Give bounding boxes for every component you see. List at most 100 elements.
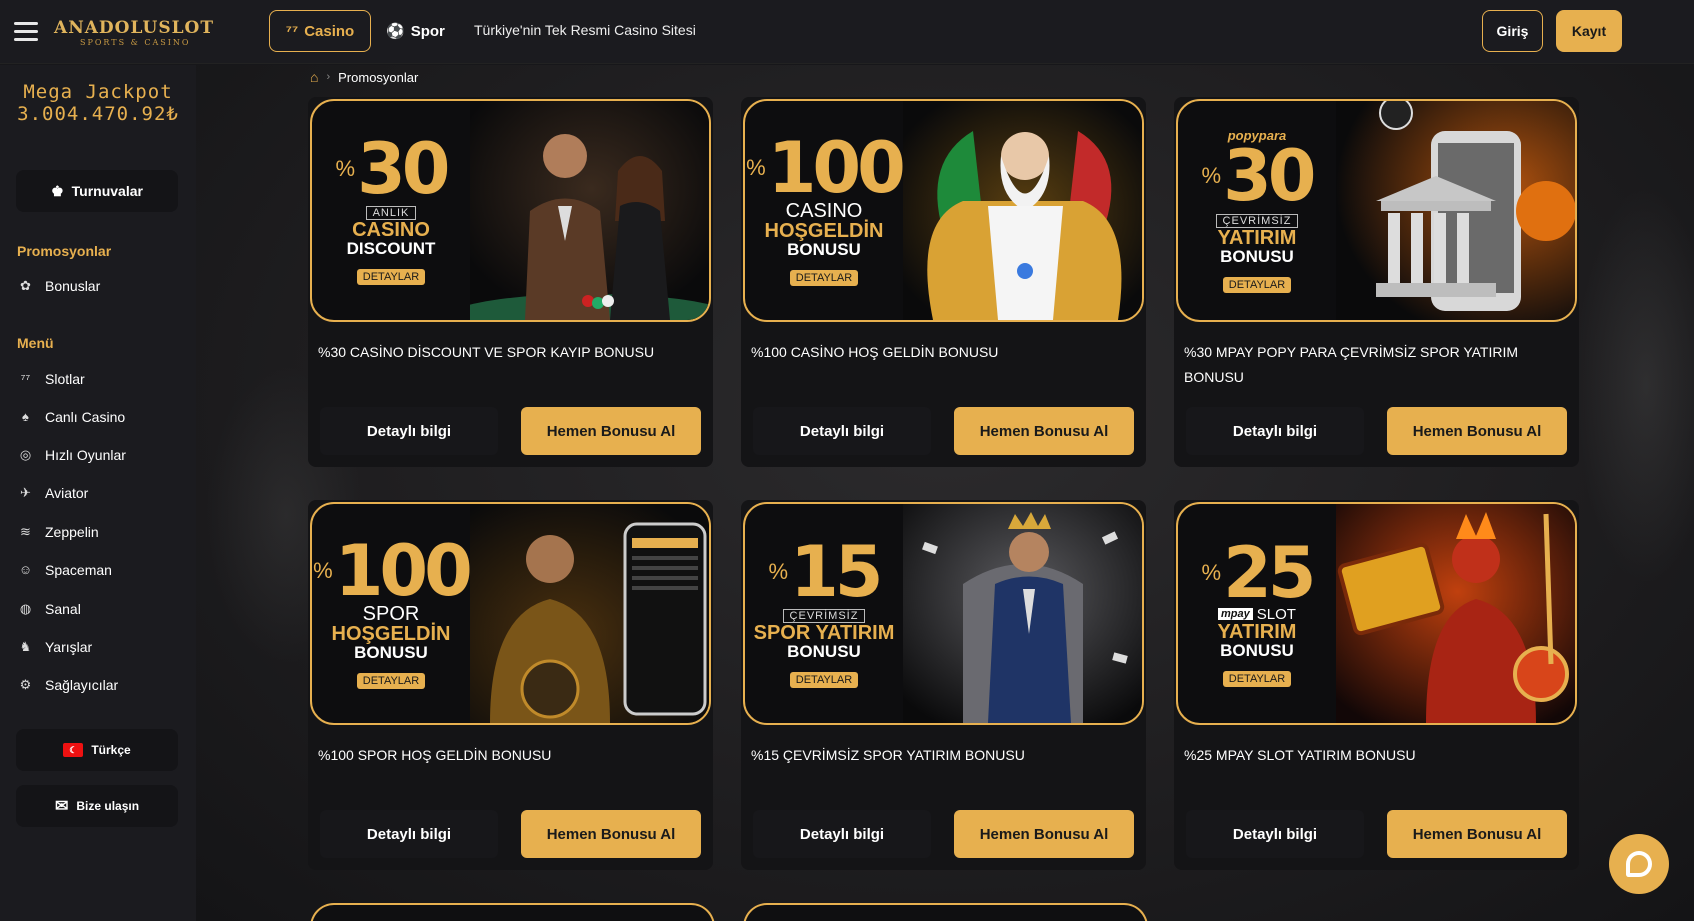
sidebar-item-label: Hızlı Oyunlar [45,446,126,463]
sidebar-item-label: Sanal [45,600,81,617]
jackpot-title: Mega Jackpot [23,81,173,103]
claim-bonus-button[interactable]: Hemen Bonusu Al [954,407,1134,455]
promo-card-partial[interactable] [743,903,1148,921]
banner-percentage: % 100 [313,529,473,612]
details-button[interactable]: Detaylı bilgi [753,407,931,455]
sidebar-item-aviator[interactable]: ✈ Aviator [17,484,88,501]
claim-bonus-button[interactable]: Hemen Bonusu Al [954,810,1134,858]
claim-bonus-button[interactable]: Hemen Bonusu Al [521,810,701,858]
promo-title: %15 ÇEVRİMSİZ SPOR YATIRIM BONUSU [751,747,1025,763]
trophy-icon: ♚ [51,182,64,199]
promo-banner[interactable]: % 25 mpay SLOT YATIRIM BONUSU DETAYLAR [1176,502,1577,725]
promo-title: %100 SPOR HOŞ GELDİN BONUSU [318,747,552,763]
claim-bonus-button[interactable]: Hemen Bonusu Al [1387,407,1567,455]
banner-percentage: % 25 [1201,532,1317,615]
sidebar-item-yarislar[interactable]: ♞ Yarışlar [17,638,93,655]
mega-jackpot[interactable]: Mega Jackpot 3.004.470.92₺ [0,81,196,125]
banner-sublabel: ÇEVRİMSİZ [1215,213,1299,228]
plane-icon: ✈ [20,484,31,500]
sidebar-item-label: Bonuslar [45,277,101,294]
globe-icon: ◍ [19,600,32,616]
site-logo[interactable]: ANADOLUSLOT SPORTS & CASINO [54,12,214,52]
sidebar-item-canli-casino[interactable]: ♠ Canlı Casino [17,408,125,425]
claim-bonus-button[interactable]: Hemen Bonusu Al [521,407,701,455]
sidebar-item-label: Sağlayıcılar [45,676,119,693]
sidebar-item-bonuses[interactable]: ✿ Bonuslar [17,277,100,294]
details-button[interactable]: Detaylı bilgi [320,810,498,858]
details-button[interactable]: Detaylı bilgi [320,407,498,455]
promo-banner[interactable]: popypara % 30 ÇEVRİMSİZ YATIRIM BONUSU DE… [1176,99,1577,322]
banner-text: % 25 mpay SLOT YATIRIM BONUSU DETAYLAR [1178,504,1336,723]
banner-line1: YATIRIM [1217,226,1297,249]
live-chat-button[interactable] [1609,834,1669,894]
details-button[interactable]: Detaylı bilgi [1186,407,1364,455]
banner-line2: BONUSU [1220,246,1294,266]
promo-card-partial[interactable] [310,903,715,921]
envelope-icon: ✉ [54,798,69,815]
promo-card: % 100 SPOR HOŞGELDİN BONUSU DETAYLAR %10… [308,500,713,870]
banner-text: % 100 CASINO HOŞGELDİN BONUSU DETAYLAR [745,101,906,320]
hamburger-menu-icon[interactable] [14,22,38,41]
turkey-flag-icon: ☾ [63,743,84,757]
claim-bonus-button[interactable]: Hemen Bonusu Al [1387,810,1567,858]
sidebar-item-hizli-oyunlar[interactable]: ◎ Hızlı Oyunlar [17,446,126,463]
bank-phone-image [1336,101,1575,320]
banner-brand-row: mpay SLOT [1218,607,1296,622]
tournaments-button[interactable]: ♚ Turnuvalar [16,170,178,212]
promo-title: %30 MPAY POPY PARA ÇEVRİMSİZ SPOR YATIRI… [1184,344,1519,385]
casino-couple-image [450,101,709,320]
promo-banner[interactable]: % 100 CASINO HOŞGELDİN BONUSU DETAYLAR [743,99,1144,322]
banner-details-tag: DETAYLAR [789,270,859,287]
banner-percentage: % 100 [746,126,906,209]
promotions-heading[interactable]: Promosyonlar [17,243,111,259]
banner-percentage: % 15 [768,530,884,613]
promo-title: %100 CASİNO HOŞ GELDİN BONUSU [751,344,999,360]
contact-button[interactable]: ✉ Bize ulaşın [16,785,178,827]
sidebar-item-label: Yarışlar [45,638,93,655]
contact-label: Bize ulaşın [76,799,140,813]
register-button[interactable]: Kayıt [1556,10,1622,52]
banner-text: % 100 SPOR HOŞGELDİN BONUSU DETAYLAR [312,504,473,723]
promo-banner[interactable]: % 100 SPOR HOŞGELDİN BONUSU DETAYLAR [310,502,711,725]
banner-sublabel: ANLIK [365,206,417,221]
sidebar-item-slotlar[interactable]: ⁷⁷ Slotlar [17,370,85,387]
chat-icon [1626,851,1652,877]
banner-line1: YATIRIM [1217,620,1297,643]
banner-line2: BONUSU [1220,640,1294,660]
banner-text: popypara % 30 ÇEVRİMSİZ YATIRIM BONUSU DE… [1178,101,1336,320]
gift-icon: ✿ [20,277,31,293]
details-button[interactable]: Detaylı bilgi [1186,810,1364,858]
providers-icon: ⚙ [19,676,32,692]
promo-banner[interactable]: % 15 ÇEVRİMSİZ SPOR YATIRIM BONUSU DETAYL… [743,502,1144,725]
top-bar: ANADOLUSLOT SPORTS & CASINO ⁷⁷ Casino ⚽ … [0,0,1694,64]
zeppelin-icon: ≋ [20,523,31,539]
login-button[interactable]: Giriş [1482,10,1543,52]
nav-spor-tab[interactable]: ⚽ Spor [386,10,445,52]
sidebar-item-sanal[interactable]: ◍ Sanal [17,600,81,617]
breadcrumb: ⌂ › Promosyonlar [310,69,418,85]
horse-icon: ♞ [19,638,32,654]
nav-casino-tab[interactable]: ⁷⁷ Casino [269,10,371,52]
mpay-logo: mpay [1218,608,1253,621]
king-throne-image [903,504,1142,723]
home-icon[interactable]: ⌂ [310,69,318,85]
banner-line2: BONUSU [787,642,861,662]
banner-details-tag: DETAYLAR [356,269,426,286]
promo-title: %25 MPAY SLOT YATIRIM BONUSU [1184,747,1416,763]
logo-text: ANADOLUSLOT [54,17,215,38]
sidebar-item-saglayicilar[interactable]: ⚙ Sağlayıcılar [17,676,118,693]
banner-line2: BONUSU [787,240,861,260]
promo-banner[interactable]: % 30 ANLIK CASINO DISCOUNT DETAYLAR [310,99,711,322]
promo-card: % 100 CASINO HOŞGELDİN BONUSU DETAYLAR %… [741,97,1146,467]
sidebar-item-zeppelin[interactable]: ≋ Zeppelin [17,523,99,540]
details-button[interactable]: Detaylı bilgi [753,810,931,858]
logo-subtext: SPORTS & CASINO [80,37,191,47]
football-player-image [470,504,709,723]
sidebar-item-label: Spaceman [45,561,112,578]
banner-percentage: % 30 [1201,135,1317,218]
banner-details-tag: DETAYLAR [1222,670,1292,687]
sidebar-item-spaceman[interactable]: ☺ Spaceman [17,561,112,578]
promo-card: % 30 ANLIK CASINO DISCOUNT DETAYLAR %30 … [308,97,713,467]
sidebar: Mega Jackpot 3.004.470.92₺ ♚ Turnuvalar … [0,65,196,921]
language-selector[interactable]: ☾ Türkçe [16,729,178,771]
